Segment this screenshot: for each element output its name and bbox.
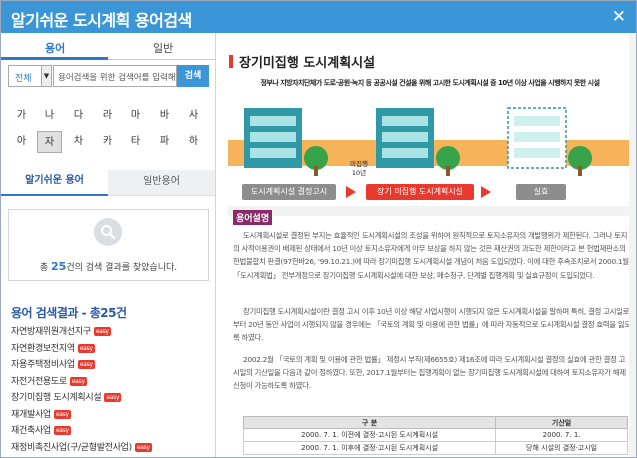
table-cell: 2000. 7. 1. 이전에 결정·고시된 도시계획시설 <box>242 428 497 442</box>
list-item[interactable]: 자용주택정비사업 easy <box>11 357 211 374</box>
table-row: 2000. 7. 1. 이전에 결정·고시된 도시계획시설 2000. 7. 1… <box>242 428 628 442</box>
easy-badge: easy <box>134 442 152 452</box>
easy-badge: easy <box>104 393 122 402</box>
list-item-label: 자용주택정비사업 <box>11 360 75 370</box>
step3-label: 실효 <box>533 187 549 196</box>
table-cell: 2000. 7. 1. 이후에 결정·고시된 도시계획시설 <box>242 441 497 455</box>
table-header-row: 구 분 기산일 <box>242 416 628 429</box>
category-select-value: 전체 <box>15 74 32 84</box>
illustration-caption: 정부나 지방자치단체가 도로·공원·녹지 등 공공시설 건설을 위해 고시한 도… <box>260 79 600 87</box>
step2-note-a: 미집행 <box>350 160 368 168</box>
search-button[interactable]: 검색 <box>177 65 209 87</box>
start-date-table: 구 분 기산일 2000. 7. 1. 이전에 결정·고시된 도시계획시설 20… <box>242 416 628 455</box>
results-title: 용어 검색결과 - 총25건 <box>11 306 127 320</box>
list-item[interactable]: 재건축사업 easy <box>11 423 211 440</box>
mode-tabs: 용어 일반 <box>1 33 215 61</box>
consonant-button[interactable]: 아 <box>9 131 34 153</box>
step2-label: 장기 미집행 도시계획시설 <box>376 187 464 196</box>
consonant-button[interactable]: 나 <box>37 105 62 127</box>
active-tab-indicator <box>1 57 108 60</box>
consonant-button[interactable]: 바 <box>152 105 177 127</box>
description-paragraph: 도시계획시설로 결정된 부지는 효율적인 도시계획시설의 조성을 위하여 원칙적… <box>233 231 629 280</box>
list-item[interactable]: 자연환경보전지역 easy <box>11 341 211 358</box>
consonant-button[interactable]: 가 <box>9 105 34 127</box>
title-bar: 알기쉬운 도시계획 용어검색 ✕ <box>1 1 636 33</box>
easy-badge: easy <box>77 360 95 369</box>
list-item-label: 자연방재위원개선지구 <box>11 327 91 337</box>
list-item-label: 자연환경보전지역 <box>11 343 75 354</box>
description-paragraph: 장기미집행 도시계획시설이란 결정 고시 이후 10년 이상 해당 사업시행이 … <box>233 307 631 343</box>
close-icon[interactable]: ✕ <box>612 7 626 27</box>
step2-note: 미집행 10년 <box>344 160 374 178</box>
result-suffix: 건의 검색 결과를 찾았습니다. <box>66 263 178 273</box>
consonant-button[interactable]: 사 <box>181 105 206 127</box>
tab-easy-terms[interactable]: 알기쉬운 용어 <box>1 170 108 196</box>
search-icon <box>94 218 122 246</box>
consonant-button[interactable]: 타 <box>123 131 148 153</box>
list-item[interactable]: 자연방재위원개선지구 easy <box>11 324 211 341</box>
consonant-button[interactable]: 차 <box>66 131 91 153</box>
consonant-button[interactable]: 라 <box>95 105 120 127</box>
step1-label: 도시계획시설 결정고시 <box>250 187 328 196</box>
list-item[interactable]: 장기미집행 도시계획시설 easy <box>11 390 211 407</box>
scrollbar[interactable] <box>629 33 636 457</box>
section-header: 용어설명 <box>233 210 630 225</box>
category-select[interactable]: 전체 ▼ <box>8 65 52 87</box>
list-tabs: 알기쉬운 용어 일반용어 <box>1 170 215 196</box>
list-item[interactable]: 재정비촉진사업(구/균형발전사업) easy <box>11 440 211 457</box>
search-input[interactable]: 용어검색을 위한 검색어를 입력해주세요 <box>53 65 177 87</box>
list-item[interactable]: 재개발사업 easy <box>11 407 211 424</box>
table-row: 2000. 7. 1. 이후에 결정·고시된 도시계획시설 당해 시설의 결정·… <box>242 441 628 455</box>
result-count: 25 <box>51 260 67 273</box>
arrow-right-icon <box>481 186 491 198</box>
tab-general[interactable]: 일반 <box>153 40 173 56</box>
table-cell: 당해 시설의 결정·고시일 <box>495 441 628 455</box>
table-header: 구 분 <box>242 416 497 429</box>
list-item-label: 장기미집행 도시계획시설 <box>11 393 102 403</box>
tab-term[interactable]: 용어 <box>45 40 65 56</box>
list-item[interactable]: 자전거전용도로 easy <box>11 374 211 391</box>
list-item-label: 재건축사업 <box>11 426 51 436</box>
term-title: 장기미집행 도시계획시설 <box>229 52 375 71</box>
list-item-label: 자전거전용도로 <box>11 376 67 387</box>
consonant-button[interactable]: 파 <box>152 131 177 153</box>
easy-badge: easy <box>69 376 87 386</box>
list-item-label: 재개발사업 <box>11 409 51 420</box>
consonant-button[interactable]: 마 <box>123 105 148 127</box>
left-panel: 용어 일반 전체 ▼ 용어검색을 위한 검색어를 입력해주세요 검색 가나다라마… <box>1 33 215 457</box>
consonant-button[interactable]: 하 <box>181 131 206 153</box>
table-header: 기산일 <box>495 416 628 429</box>
chevron-down-icon: ▼ <box>41 66 51 86</box>
result-count-text: 총 25건의 검색 결과를 찾았습니다. <box>9 260 208 273</box>
easy-badge: easy <box>53 409 71 419</box>
tab-divider <box>108 59 215 60</box>
easy-badge: easy <box>77 343 95 353</box>
results-list: 자연방재위원개선지구 easy 자연환경보전지역 easy 자용주택정비사업 easy 자전… <box>11 324 211 456</box>
table-cell: 2000. 7. 1. <box>495 428 628 442</box>
tab-general-terms[interactable]: 일반용어 <box>108 170 215 196</box>
search-bar: 전체 ▼ 용어검색을 위한 검색어를 입력해주세요 검색 <box>8 65 209 87</box>
term-title-text: 장기미집행 도시계획시설 <box>239 56 376 71</box>
consonant-button[interactable]: 다 <box>66 105 91 127</box>
arrow-right-icon <box>346 186 356 198</box>
result-prefix: 총 <box>39 263 52 273</box>
title-marker <box>229 55 233 68</box>
easy-badge: easy <box>93 327 111 336</box>
result-summary: 총 25건의 검색 결과를 찾았습니다. <box>8 209 209 281</box>
step2-note-b: 10년 <box>351 169 367 177</box>
consonant-button[interactable]: 카 <box>95 131 120 153</box>
list-item-label: 재정비촉진사업(구/균형발전사업) <box>11 442 132 453</box>
app-window: 알기쉬운 도시계획 용어검색 ✕ 용어 일반 전체 ▼ 용어검색을 위한 검색어… <box>0 0 637 458</box>
description-paragraph: 2002.2월 「국토의 계획 및 이용에 관한 법률」 제정시 부칙(제665… <box>233 355 626 391</box>
term-illustration: 정부나 지방자치단체가 도로·공원·녹지 등 공공시설 건설을 위해 고시한 도… <box>226 78 634 216</box>
section-label: 용어설명 <box>233 210 273 225</box>
consonant-button[interactable]: 자 <box>37 131 62 153</box>
window-title: 알기쉬운 도시계획 용어검색 <box>11 11 192 30</box>
detail-panel: 장기미집행 도시계획시설 정부나 지방자치단체가 도로·공원·녹지 등 공공시설… <box>216 33 636 457</box>
easy-badge: easy <box>53 426 71 435</box>
